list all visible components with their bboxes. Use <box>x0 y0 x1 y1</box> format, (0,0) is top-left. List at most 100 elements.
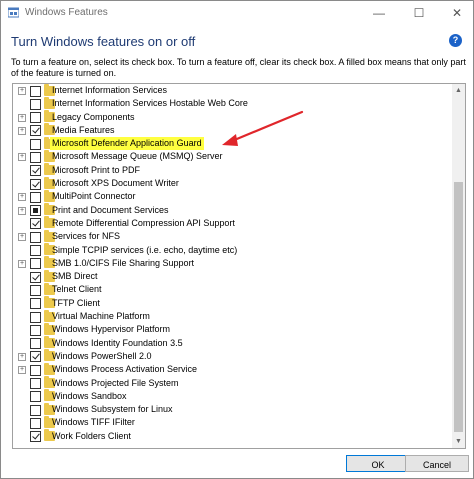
feature-label: Remote Differential Compression API Supp… <box>52 217 235 228</box>
feature-row[interactable]: Work Folders Client <box>13 429 452 443</box>
windows-features-app-icon <box>8 7 19 18</box>
feature-label: Windows PowerShell 2.0 <box>52 350 152 361</box>
feature-row[interactable]: + Media Features <box>13 123 452 137</box>
feature-checkbox[interactable] <box>30 205 41 217</box>
feature-row[interactable]: Telnet Client <box>13 282 452 296</box>
expand-icon[interactable]: + <box>18 126 26 135</box>
feature-checkbox[interactable] <box>30 431 41 443</box>
feature-label: Windows Subsystem for Linux <box>52 404 173 415</box>
feature-checkbox[interactable] <box>30 98 41 110</box>
feature-checkbox[interactable] <box>30 218 41 230</box>
features-list: + Internet Information Services Internet I… <box>13 84 452 443</box>
feature-label: SMB Direct <box>52 271 98 282</box>
feature-row[interactable]: + Microsoft Message Queue (MSMQ) Server <box>13 149 452 163</box>
feature-row[interactable]: Windows Hypervisor Platform <box>13 322 452 336</box>
feature-checkbox[interactable] <box>30 417 41 429</box>
feature-row[interactable]: Windows Identity Foundation 3.5 <box>13 336 452 350</box>
feature-label: Windows Identity Foundation 3.5 <box>52 337 183 348</box>
feature-checkbox[interactable] <box>30 138 41 150</box>
feature-row[interactable]: Virtual Machine Platform <box>13 309 452 323</box>
instructions-text: To turn a feature on, select its check b… <box>11 57 466 78</box>
vertical-scrollbar[interactable]: ▲ ▼ <box>452 84 465 448</box>
expand-icon[interactable]: + <box>18 259 26 268</box>
feature-checkbox[interactable] <box>30 258 41 270</box>
feature-row[interactable]: Internet Information Services Hostable W… <box>13 96 452 110</box>
expand-icon[interactable]: + <box>18 193 26 202</box>
feature-label: Internet Information Services <box>52 85 168 95</box>
expand-icon[interactable]: + <box>18 352 26 361</box>
feature-checkbox[interactable] <box>30 364 41 376</box>
feature-checkbox[interactable] <box>30 378 41 390</box>
feature-row[interactable]: Microsoft Print to PDF <box>13 163 452 177</box>
feature-checkbox[interactable] <box>30 324 41 336</box>
feature-checkbox[interactable] <box>30 298 41 310</box>
feature-row[interactable]: Windows TIFF IFilter <box>13 415 452 429</box>
feature-row[interactable]: + Print and Document Services <box>13 203 452 217</box>
feature-row[interactable]: SMB Direct <box>13 269 452 283</box>
feature-checkbox[interactable] <box>30 85 41 97</box>
feature-checkbox[interactable] <box>30 311 41 323</box>
expand-icon[interactable]: + <box>18 233 26 242</box>
feature-row[interactable]: + Services for NFS <box>13 229 452 243</box>
feature-checkbox[interactable] <box>30 151 41 163</box>
scroll-up-arrow-icon[interactable]: ▲ <box>452 84 465 97</box>
feature-row[interactable]: Remote Differential Compression API Supp… <box>13 216 452 230</box>
feature-checkbox[interactable] <box>30 191 41 203</box>
feature-checkbox[interactable] <box>30 125 41 137</box>
expand-icon[interactable]: + <box>18 87 26 95</box>
feature-row[interactable]: + SMB 1.0/CIFS File Sharing Support <box>13 256 452 270</box>
feature-label: Microsoft Print to PDF <box>52 164 141 175</box>
feature-checkbox[interactable] <box>30 178 41 190</box>
feature-row[interactable]: + MultiPoint Connector <box>13 189 452 203</box>
feature-row[interactable]: Windows Subsystem for Linux <box>13 402 452 416</box>
feature-label: Work Folders Client <box>52 430 131 441</box>
cancel-button[interactable]: Cancel <box>405 455 469 472</box>
feature-row[interactable]: Windows Projected File System <box>13 376 452 390</box>
feature-label: Microsoft Message Queue (MSMQ) Server <box>52 151 223 162</box>
windows-features-dialog: Windows Features — ☐ ✕ Turn Windows feat… <box>0 0 474 479</box>
feature-row[interactable]: Microsoft XPS Document Writer <box>13 176 452 190</box>
feature-row[interactable]: + Internet Information Services <box>13 84 452 97</box>
feature-checkbox[interactable] <box>30 351 41 363</box>
scroll-down-arrow-icon[interactable]: ▼ <box>452 435 465 448</box>
feature-label: Windows Sandbox <box>52 390 127 401</box>
feature-row[interactable]: TFTP Client <box>13 296 452 310</box>
feature-row[interactable]: Microsoft Defender Application Guard <box>13 136 452 151</box>
feature-checkbox[interactable] <box>30 391 41 403</box>
features-tree[interactable]: + Internet Information Services Internet I… <box>12 83 466 449</box>
feature-checkbox[interactable] <box>30 165 41 177</box>
header-row: Turn Windows features on or off ? <box>11 34 463 50</box>
feature-label: Print and Document Services <box>52 204 169 215</box>
feature-label: Telnet Client <box>52 284 102 295</box>
title-bar[interactable]: Windows Features — ☐ ✕ <box>1 1 473 25</box>
maximize-button[interactable]: ☐ <box>403 1 435 25</box>
feature-row[interactable]: + Legacy Components <box>13 110 452 124</box>
feature-row[interactable]: Windows Sandbox <box>13 389 452 403</box>
scrollbar-thumb[interactable] <box>454 182 463 432</box>
feature-row[interactable]: + Windows PowerShell 2.0 <box>13 349 452 363</box>
expand-icon[interactable]: + <box>18 206 26 215</box>
feature-checkbox[interactable] <box>30 338 41 350</box>
feature-checkbox[interactable] <box>30 245 41 257</box>
feature-label: TFTP Client <box>52 297 100 308</box>
close-button[interactable]: ✕ <box>441 1 473 25</box>
expand-icon[interactable]: + <box>18 153 26 162</box>
feature-label: MultiPoint Connector <box>52 191 136 202</box>
ok-button[interactable]: OK <box>346 455 410 472</box>
minimize-button[interactable]: — <box>363 1 395 25</box>
feature-row[interactable]: + Windows Process Activation Service <box>13 362 452 376</box>
expand-icon[interactable]: + <box>18 113 26 122</box>
feature-checkbox[interactable] <box>30 404 41 416</box>
feature-checkbox[interactable] <box>30 231 41 243</box>
feature-label: Windows Hypervisor Platform <box>52 324 171 335</box>
help-icon[interactable]: ? <box>449 34 462 47</box>
feature-row[interactable]: Simple TCPIP services (i.e. echo, daytim… <box>13 243 452 257</box>
feature-label: Internet Information Services Hostable W… <box>52 98 248 109</box>
feature-checkbox[interactable] <box>30 284 41 296</box>
feature-checkbox[interactable] <box>30 112 41 124</box>
feature-label: Microsoft XPS Document Writer <box>52 178 179 189</box>
feature-checkbox[interactable] <box>30 271 41 283</box>
dialog-footer: OK Cancel <box>1 451 473 478</box>
expand-icon[interactable]: + <box>18 366 26 375</box>
feature-label: Simple TCPIP services (i.e. echo, daytim… <box>52 244 238 255</box>
